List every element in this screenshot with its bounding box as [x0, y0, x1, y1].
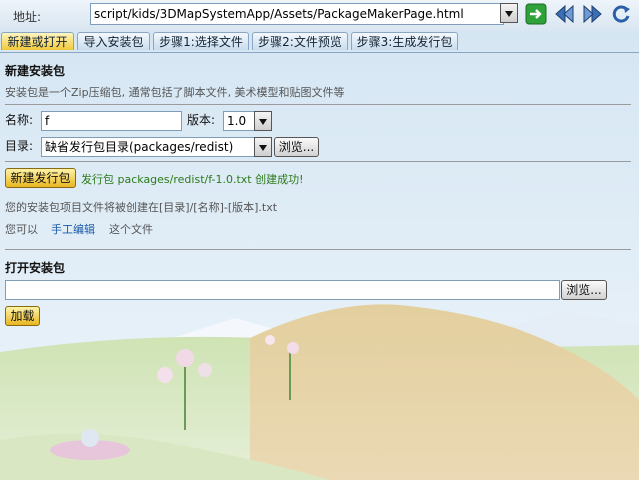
tab-import-package[interactable]: 导入安装包	[77, 32, 150, 50]
address-bar: 地址: script/kids/3DMapSystemApp/Assets/Pa…	[0, 0, 639, 31]
forward-arrow-icon[interactable]	[582, 3, 604, 25]
directory-browse-button[interactable]: 浏览...	[274, 137, 319, 157]
refresh-icon[interactable]	[610, 3, 632, 25]
new-package-description: 安装包是一个Zip压缩包, 通常包括了脚本文件, 美术模型和贴图文件等	[5, 86, 345, 99]
tab-step2-file-preview[interactable]: 步骤2:文件预览	[252, 32, 348, 50]
go-arrow-icon[interactable]	[525, 3, 547, 25]
success-message: 发行包 packages/redist/f-1.0.txt 创建成功!	[81, 173, 304, 186]
version-select[interactable]: 1.0	[223, 111, 255, 131]
tab-step1-select-files[interactable]: 步骤1:选择文件	[153, 32, 249, 50]
new-package-title: 新建安装包	[5, 64, 66, 78]
tab-bar: 新建或打开 导入安装包 步骤1:选择文件 步骤2:文件预览 步骤3:生成发行包	[0, 32, 639, 53]
address-input[interactable]: script/kids/3DMapSystemApp/Assets/Packag…	[90, 3, 504, 25]
directory-select[interactable]: 缺省发行包目录(packages/redist)	[41, 137, 255, 157]
directory-label: 目录:	[5, 139, 34, 153]
create-package-button[interactable]: 新建发行包	[5, 168, 76, 188]
open-package-browse-button[interactable]: 浏览...	[561, 280, 607, 300]
address-dropdown-button[interactable]	[500, 3, 518, 23]
back-arrow-icon[interactable]	[553, 3, 575, 25]
divider	[5, 104, 631, 105]
version-label: 版本:	[187, 113, 216, 127]
open-package-title: 打开安装包	[5, 261, 66, 275]
version-dropdown-button[interactable]	[254, 111, 272, 131]
directory-dropdown-button[interactable]	[254, 137, 272, 157]
name-input[interactable]: f	[41, 111, 182, 131]
tab-step3-generate-package[interactable]: 步骤3:生成发行包	[351, 32, 458, 50]
edit-suffix: 这个文件	[109, 223, 153, 236]
open-package-path-input[interactable]	[5, 280, 560, 300]
tab-new-or-open[interactable]: 新建或打开	[1, 32, 74, 50]
background-scene	[0, 0, 639, 480]
path-hint: 您的安装包项目文件将被创建在[目录]/[名称]-[版本].txt	[5, 201, 278, 214]
manual-edit-link[interactable]: 手工编辑	[51, 221, 95, 237]
name-label: 名称:	[5, 113, 34, 127]
load-button[interactable]: 加载	[5, 306, 40, 326]
divider	[5, 249, 631, 250]
edit-prefix: 您可以	[5, 223, 38, 236]
address-label: 地址:	[13, 10, 42, 24]
divider	[5, 161, 631, 162]
